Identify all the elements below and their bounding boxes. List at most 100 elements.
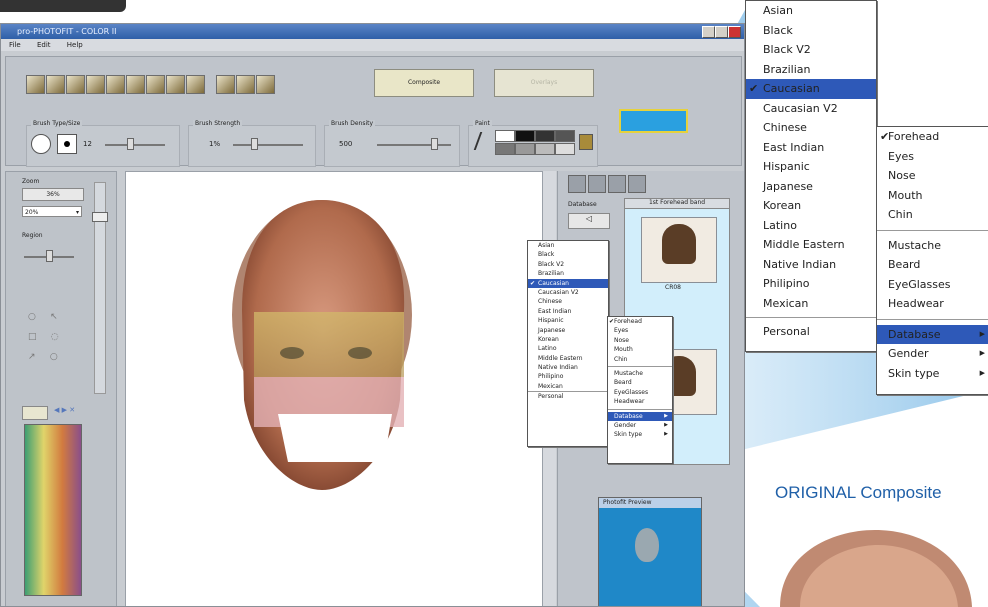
feature-option-large[interactable]: Eyes bbox=[877, 147, 988, 167]
submenu-option[interactable]: Gender ▶ bbox=[608, 421, 672, 430]
feature-option[interactable]: Mouth bbox=[608, 345, 672, 354]
feature-thumb-1[interactable] bbox=[641, 217, 717, 283]
ethnicity-option[interactable]: Korean bbox=[528, 335, 608, 344]
zoom-select[interactable]: 20% ▾ bbox=[22, 206, 82, 217]
tool-icon-12[interactable] bbox=[256, 75, 275, 94]
right-tool-icon-4[interactable] bbox=[628, 175, 646, 193]
maximize-button[interactable] bbox=[715, 26, 728, 38]
pencil-icon[interactable] bbox=[473, 132, 495, 150]
ethnicity-option[interactable]: Black bbox=[528, 250, 608, 259]
ethnicity-option-large[interactable]: Latino bbox=[746, 216, 876, 236]
extra-option[interactable]: EyeGlasses bbox=[608, 388, 672, 397]
extra-option[interactable]: Beard bbox=[608, 378, 672, 387]
extra-option-large[interactable]: Beard bbox=[877, 255, 988, 275]
ethnicity-option[interactable]: Caucasian V2 bbox=[528, 288, 608, 297]
color-swatch[interactable] bbox=[555, 130, 575, 142]
right-tool-icon-2[interactable] bbox=[588, 175, 606, 193]
color-swatch[interactable] bbox=[495, 143, 515, 155]
close-button[interactable] bbox=[728, 26, 741, 38]
tool-icon-3[interactable] bbox=[66, 75, 85, 94]
extra-option[interactable]: Headwear bbox=[608, 397, 672, 406]
region-knob[interactable] bbox=[46, 250, 53, 262]
ethnicity-option[interactable]: Philipino bbox=[528, 372, 608, 381]
color-swatch[interactable] bbox=[515, 143, 535, 155]
ethnicity-option-large[interactable]: Black bbox=[746, 21, 876, 41]
ethnicity-option-large[interactable]: Hispanic bbox=[746, 157, 876, 177]
ethnicity-option[interactable]: Chinese bbox=[528, 297, 608, 306]
ethnicity-option-large[interactable]: Caucasian V2 bbox=[746, 99, 876, 119]
menu-personal[interactable]: Personal bbox=[528, 392, 608, 401]
ethnicity-option-large[interactable]: Native Indian bbox=[746, 255, 876, 275]
brush-size-knob[interactable] bbox=[127, 138, 134, 150]
tool-icon-10[interactable] bbox=[216, 75, 235, 94]
ethnicity-option-large[interactable]: ✔ Caucasian bbox=[746, 79, 876, 99]
menu-edit[interactable]: Edit bbox=[37, 41, 51, 49]
color-swatch[interactable] bbox=[535, 143, 555, 155]
feature-option[interactable]: Nose bbox=[608, 336, 672, 345]
feature-option[interactable]: Chin bbox=[608, 355, 672, 364]
nav-arrows-icon[interactable]: ◀ ▶ ✕ bbox=[54, 406, 104, 418]
brush-density-slider[interactable] bbox=[377, 144, 451, 146]
submenu-option[interactable]: Database ▶ bbox=[608, 411, 672, 421]
feature-option-large[interactable]: Nose bbox=[877, 166, 988, 186]
tool-icon-5[interactable] bbox=[106, 75, 125, 94]
color-swatch[interactable] bbox=[515, 130, 535, 142]
extra-option-large[interactable]: EyeGlasses bbox=[877, 275, 988, 295]
ethnicity-option[interactable]: East Indian bbox=[528, 307, 608, 316]
brush-strength-slider[interactable] bbox=[233, 144, 303, 146]
feature-option-large[interactable]: Chin bbox=[877, 205, 988, 225]
menu-help[interactable]: Help bbox=[67, 41, 83, 49]
tool-icon-7[interactable] bbox=[146, 75, 165, 94]
ethnicity-option-large[interactable]: Middle Eastern bbox=[746, 235, 876, 255]
extra-option-large[interactable]: Mustache bbox=[877, 236, 988, 256]
feature-option-large[interactable]: ✔ Forehead bbox=[877, 127, 988, 147]
ethnicity-option-large[interactable]: Brazilian bbox=[746, 60, 876, 80]
feature-option[interactable]: ✔ Forehead bbox=[608, 317, 672, 326]
brush-dot-button[interactable] bbox=[57, 134, 77, 154]
composite-face[interactable] bbox=[222, 190, 422, 490]
tool-icon-9[interactable] bbox=[186, 75, 205, 94]
submenu-option-large[interactable]: Skin type ▶ bbox=[877, 364, 988, 384]
menu-personal-large[interactable]: Personal bbox=[746, 322, 876, 342]
ethnicity-option[interactable]: Native Indian bbox=[528, 363, 608, 372]
tool-icon-11[interactable] bbox=[236, 75, 255, 94]
menu-file[interactable]: File bbox=[9, 41, 21, 49]
tool-icon-4[interactable] bbox=[86, 75, 105, 94]
composite-button[interactable]: Composite bbox=[374, 69, 474, 97]
ethnicity-option[interactable]: Brazilian bbox=[528, 269, 608, 278]
ethnicity-option-large[interactable]: Chinese bbox=[746, 118, 876, 138]
ethnicity-option-large[interactable]: Black V2 bbox=[746, 40, 876, 60]
brush-strength-knob[interactable] bbox=[251, 138, 258, 150]
zoom-value-field[interactable]: 36% bbox=[22, 188, 84, 201]
submenu-option[interactable]: Skin type ▶ bbox=[608, 430, 672, 439]
feature-option[interactable]: Eyes bbox=[608, 326, 672, 335]
ethnicity-option-large[interactable]: Asian bbox=[746, 1, 876, 21]
submenu-option-large[interactable]: Gender ▶ bbox=[877, 344, 988, 364]
right-tool-icon-3[interactable] bbox=[608, 175, 626, 193]
tool-icon-8[interactable] bbox=[166, 75, 185, 94]
ethnicity-option[interactable]: Latino bbox=[528, 344, 608, 353]
ethnicity-option-large[interactable]: Japanese bbox=[746, 177, 876, 197]
ethnicity-option[interactable]: Hispanic bbox=[528, 316, 608, 325]
tool-icon-6[interactable] bbox=[126, 75, 145, 94]
tool-icon-1[interactable] bbox=[26, 75, 45, 94]
ethnicity-option[interactable]: Mexican bbox=[528, 382, 608, 391]
brush-circle-large[interactable] bbox=[31, 134, 51, 154]
color-swatch[interactable] bbox=[555, 143, 575, 155]
small-toggle-button[interactable] bbox=[22, 406, 48, 420]
feature-option-large[interactable]: Mouth bbox=[877, 186, 988, 206]
back-arrow-button[interactable]: ◁ bbox=[568, 213, 610, 229]
tool-icon-2[interactable] bbox=[46, 75, 65, 94]
brush-density-knob[interactable] bbox=[431, 138, 438, 150]
extra-option-large[interactable]: Headwear bbox=[877, 294, 988, 314]
color-swatch[interactable] bbox=[535, 130, 555, 142]
submenu-option-large[interactable]: Database ▶ bbox=[877, 324, 988, 344]
paint-bucket-icon[interactable] bbox=[579, 134, 593, 150]
ethnicity-option[interactable]: ✔ Caucasian bbox=[528, 278, 608, 288]
minimize-button[interactable] bbox=[702, 26, 715, 38]
ethnicity-option-large[interactable]: Mexican bbox=[746, 294, 876, 314]
zoom-slider-knob[interactable] bbox=[92, 212, 108, 222]
ethnicity-option[interactable]: Japanese bbox=[528, 326, 608, 335]
color-swatch[interactable] bbox=[495, 130, 515, 142]
extra-option[interactable]: Mustache bbox=[608, 369, 672, 378]
